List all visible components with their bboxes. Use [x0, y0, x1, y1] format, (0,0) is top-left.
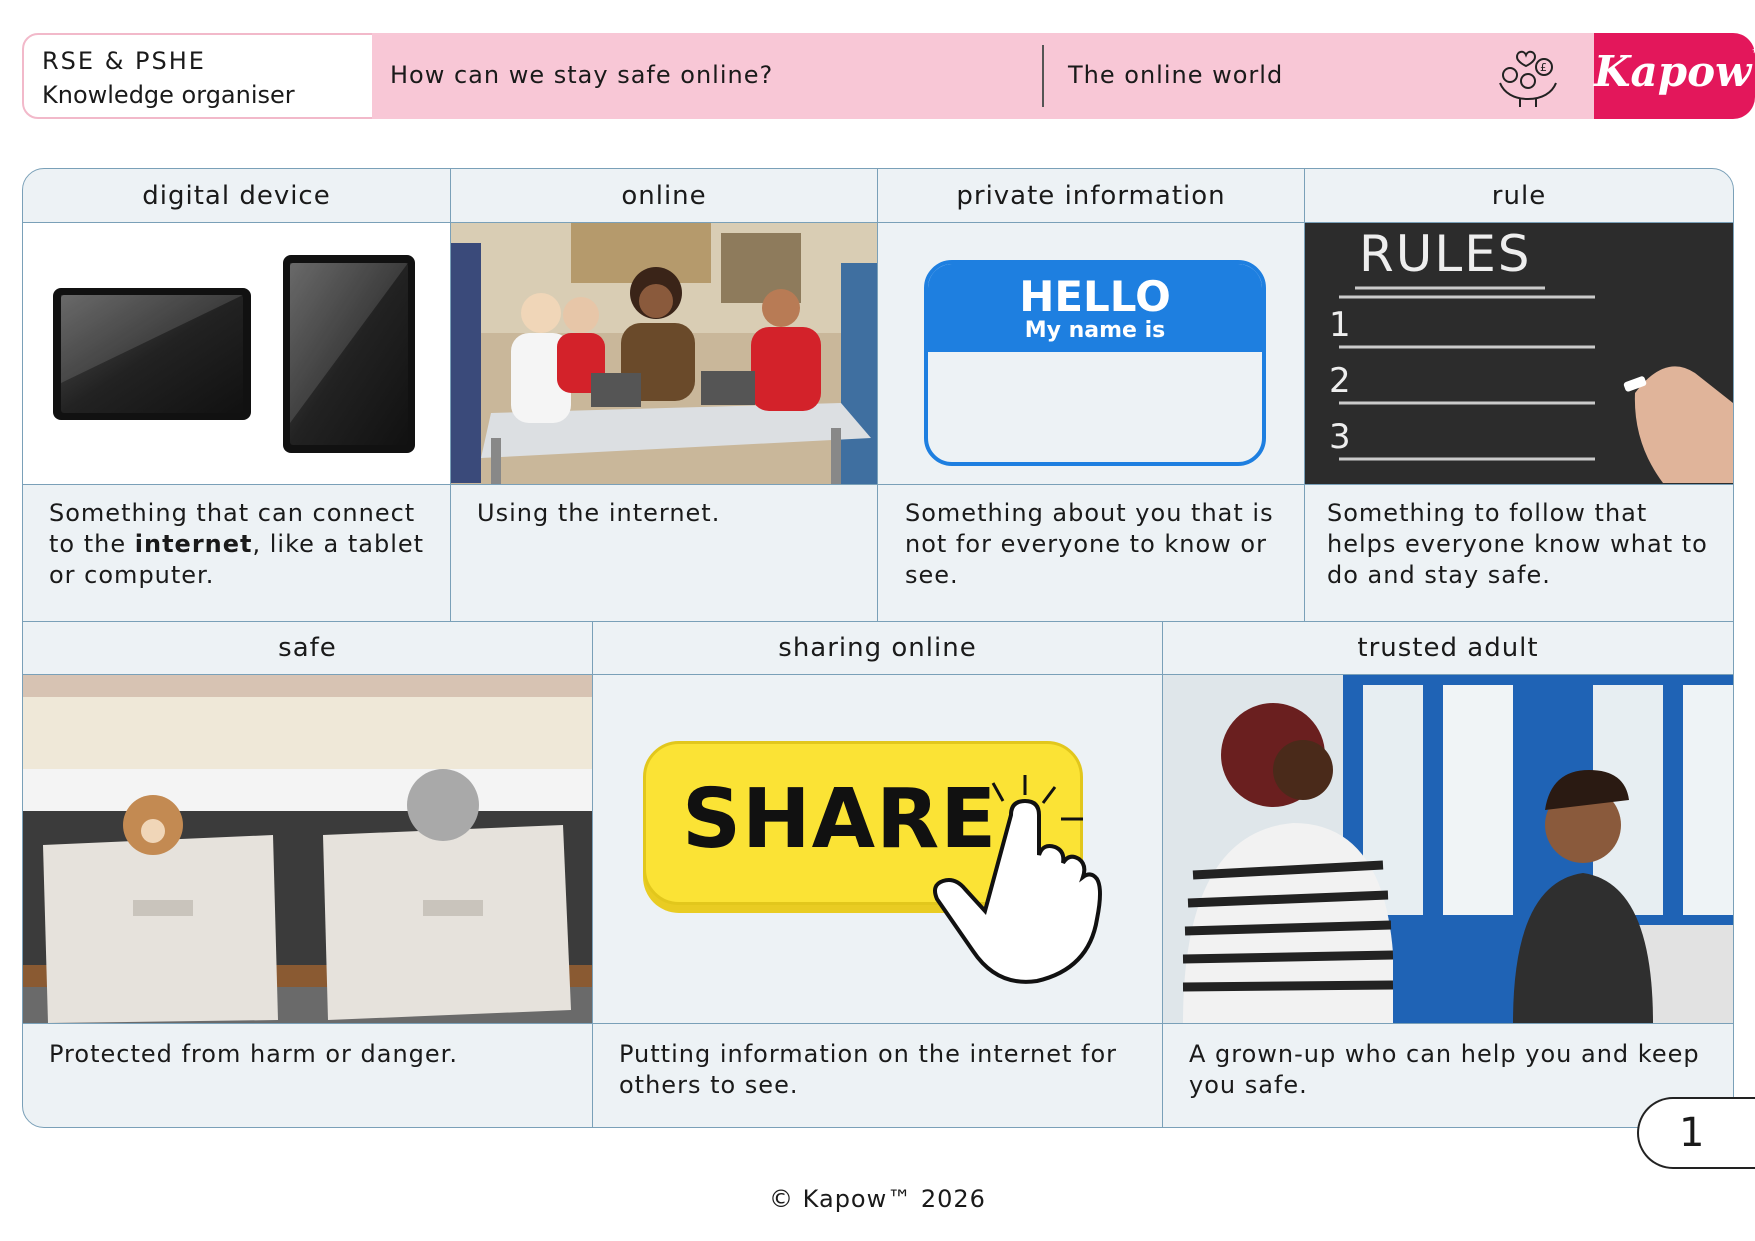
unit-question: How can we stay safe online? [390, 61, 774, 89]
term-trusted-adult: trusted adult [1357, 633, 1539, 663]
hello-badge: HELLO My name is [924, 260, 1266, 466]
def-digital-device: Something that can connect to the intern… [49, 499, 425, 589]
name-badge-image: HELLO My name is [878, 223, 1304, 484]
header: RSE & PSHE Knowledge organiser How can w… [22, 33, 1755, 119]
term-online: online [621, 181, 707, 211]
term-rule: rule [1491, 181, 1547, 211]
chalk-lines [1339, 286, 1733, 483]
subject-label: RSE & PSHE [42, 47, 206, 75]
tablets-image [23, 223, 450, 484]
term-private-information: private information [956, 181, 1226, 211]
page-number: 1 [1637, 1097, 1755, 1169]
share-button-image: SHARE [593, 675, 1162, 1023]
pointer-hand-icon [933, 775, 1102, 984]
badge-title: HELLO [1019, 272, 1171, 321]
grid-line [23, 1023, 1733, 1024]
classroom-photo [451, 223, 877, 484]
chalkboard-image: RULES 1 2 3 [1305, 223, 1733, 484]
term-digital-device: digital device [142, 181, 331, 211]
badge-subtitle: My name is [1024, 318, 1166, 343]
hands-holding-hearts-icon: £ [1499, 50, 1557, 107]
bold-keyword: internet [134, 530, 253, 558]
def-private-information: Something about you that is not for ever… [905, 499, 1274, 589]
def-trusted-adult: A grown-up who can help you and keep you… [1189, 1040, 1700, 1099]
trusted-adult-photo [1163, 675, 1733, 1023]
knowledge-grid: digital device Something that can connec… [22, 168, 1734, 1128]
svg-text:£: £ [1540, 61, 1547, 74]
def-online: Using the internet. [477, 499, 721, 527]
header-subject-box: RSE & PSHE Knowledge organiser [22, 33, 374, 119]
header-divider [1042, 45, 1044, 107]
term-sharing-online: sharing online [778, 633, 977, 663]
grid-line [23, 484, 1733, 485]
logo-trademark: ™ [1751, 47, 1755, 61]
def-rule: Something to follow that helps everyone … [1327, 499, 1708, 589]
def-safe: Protected from harm or danger. [49, 1040, 458, 1068]
copyright-footer: © Kapow™ 2026 [769, 1185, 986, 1213]
unit-topic: The online world [1068, 61, 1284, 89]
kapow-logo: Kapow™ [1594, 33, 1755, 119]
toy-storage-photo [23, 675, 592, 1023]
doc-type-label: Knowledge organiser [42, 81, 295, 109]
logo-text: Kapow [1594, 47, 1752, 96]
header-banner: How can we stay safe online? The online … [372, 33, 1594, 119]
def-sharing-online: Putting information on the internet for … [619, 1040, 1118, 1099]
term-safe: safe [278, 633, 337, 663]
